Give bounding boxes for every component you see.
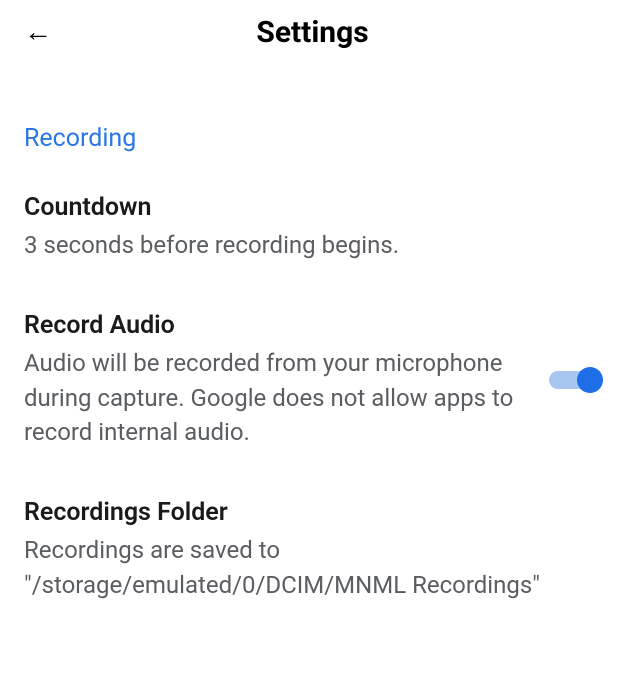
setting-countdown[interactable]: Countdown 3 seconds before recording beg… [24,193,601,263]
setting-description: Audio will be recorded from your microph… [24,346,529,450]
back-arrow-icon[interactable]: ← [24,18,52,46]
section-header-recording: Recording [24,124,601,153]
setting-description: Recordings are saved to "/storage/emulat… [24,533,601,603]
record-audio-toggle[interactable] [549,368,601,392]
setting-title: Record Audio [24,311,529,340]
setting-text: Recordings Folder Recordings are saved t… [24,498,601,603]
page-title: Settings [256,15,368,50]
setting-recordings-folder[interactable]: Recordings Folder Recordings are saved t… [24,498,601,603]
setting-text: Countdown 3 seconds before recording beg… [24,193,601,263]
app-header: ← Settings [0,0,625,64]
setting-text: Record Audio Audio will be recorded from… [24,311,529,450]
settings-content: Recording Countdown 3 seconds before rec… [0,124,625,603]
setting-title: Recordings Folder [24,498,601,527]
toggle-thumb [577,367,603,393]
setting-title: Countdown [24,193,601,222]
setting-description: 3 seconds before recording begins. [24,228,601,263]
setting-record-audio[interactable]: Record Audio Audio will be recorded from… [24,311,601,450]
